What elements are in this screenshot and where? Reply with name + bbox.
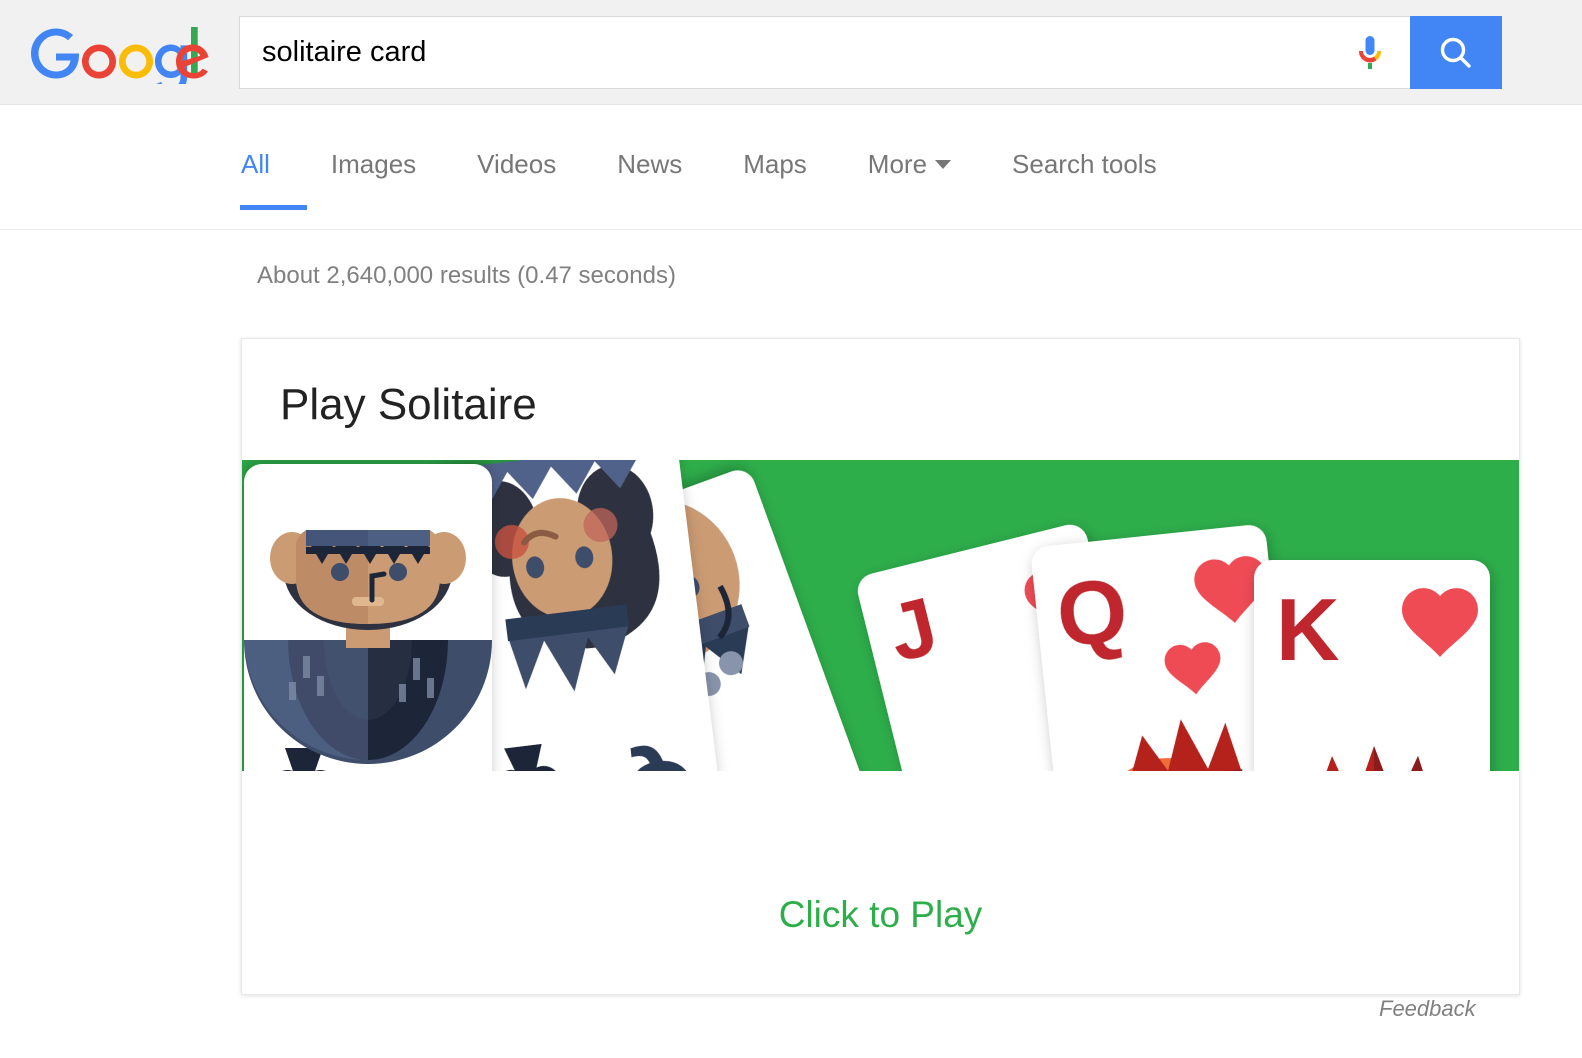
search-input[interactable] [262, 17, 1262, 88]
tab-videos[interactable]: Videos [477, 149, 556, 210]
svg-text:K: K [1276, 580, 1340, 679]
tab-news-label: News [617, 149, 683, 179]
tab-all-label: All [241, 149, 270, 179]
tab-more[interactable]: More [867, 149, 952, 210]
tab-news[interactable]: News [617, 149, 682, 210]
tab-all[interactable]: All [240, 149, 307, 210]
tab-videos-label: Videos [477, 149, 557, 179]
microphone-glyph [1358, 36, 1382, 69]
svg-text:Q: Q [1052, 560, 1132, 667]
result-stats: About 2,640,000 results (0.47 seconds) [257, 262, 676, 289]
tab-images-label: Images [330, 149, 417, 179]
solitaire-illustration[interactable]: J Q K [242, 460, 1519, 771]
feedback-link[interactable]: Feedback [1379, 996, 1476, 1022]
search-header [0, 0, 1582, 105]
play-solitaire-card: Play Solitaire J Q K Click to Play [241, 338, 1520, 995]
search-icon [1440, 37, 1471, 68]
tab-maps[interactable]: Maps [743, 149, 807, 210]
chevron-down-icon [935, 159, 952, 169]
page-title: Play Solitaire [280, 380, 537, 429]
google-logo[interactable] [22, 22, 212, 84]
click-to-play-link[interactable]: Click to Play [242, 894, 1519, 936]
google-logo-icon [31, 27, 209, 84]
search-submit-button[interactable] [1410, 16, 1502, 89]
tab-more-label: More [867, 149, 928, 179]
microphone-icon[interactable] [1348, 31, 1392, 75]
search-box[interactable] [239, 16, 1411, 89]
svg-text:K: K [405, 764, 470, 771]
solitaire-cards-art: J Q K [242, 460, 1519, 771]
nav-tabs: All Images Videos News Maps More Search … [240, 149, 1218, 210]
tab-search-tools[interactable]: Search tools [1012, 149, 1157, 210]
tab-images[interactable]: Images [331, 149, 416, 210]
tab-maps-label: Maps [743, 149, 807, 179]
tab-search-tools-label: Search tools [1012, 149, 1157, 179]
search-nav-bar: All Images Videos News Maps More Search … [0, 105, 1582, 230]
